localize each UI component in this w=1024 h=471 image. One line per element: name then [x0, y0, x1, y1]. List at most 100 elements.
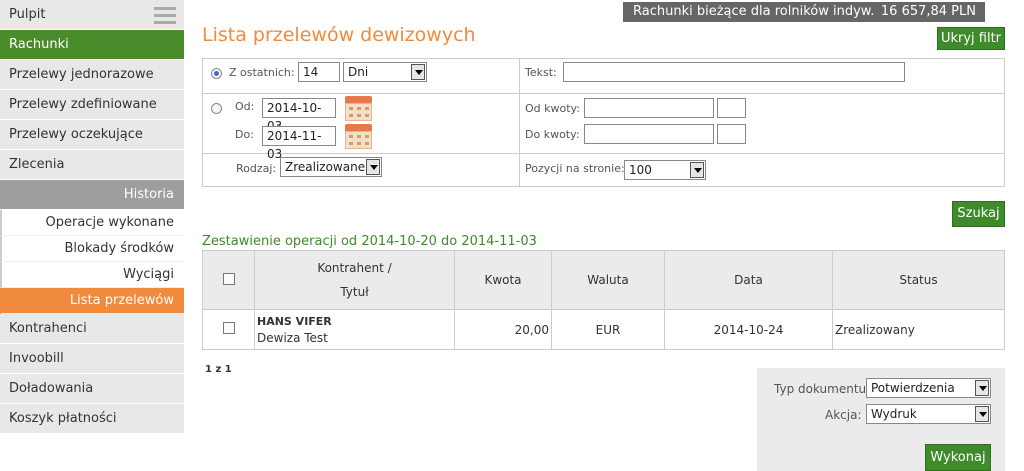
sidebar-item-rachunki[interactable]: Rachunki	[0, 30, 184, 60]
account-name: Rachunki bieżące dla rolników indyw.	[633, 4, 875, 19]
hide-filter-button[interactable]: Ukryj filtr	[937, 27, 1005, 50]
sidebar-item-label: Koszyk płatności	[9, 411, 117, 426]
sidebar-item-label: Doładowania	[9, 381, 94, 396]
sidebar-item-doladowania[interactable]: Doładowania	[0, 374, 184, 404]
date-from-label: Od:	[235, 100, 255, 113]
counterparty-header-line2: Tytuł	[340, 285, 369, 299]
sidebar-subitem-wyciagi[interactable]: Wyciągi	[0, 262, 184, 288]
filter-row-divider	[519, 153, 1005, 154]
account-selector[interactable]: Rachunki bieżące dla rolników indyw. 16 …	[623, 2, 985, 22]
sidebar-item-przelewy-jednorazowe[interactable]: Przelewy jednorazowe	[0, 60, 184, 90]
sidebar-item-invoobill[interactable]: Invoobill	[0, 344, 184, 374]
filter-divider	[519, 58, 520, 187]
sidebar-item-historia[interactable]: Historia	[0, 180, 184, 210]
chevron-down-icon	[411, 64, 425, 80]
amount-to-label: Do kwoty:	[525, 128, 580, 141]
sidebar-item-zlecenia[interactable]: Zlecenia	[0, 150, 184, 180]
last-days-unit-select[interactable]: Dni	[343, 62, 427, 82]
summary-heading: Zestawienie operacji od 2014-10-20 do 20…	[202, 234, 537, 249]
calendar-icon[interactable]	[345, 96, 372, 121]
date-from-input[interactable]: 2014-10-03	[262, 98, 336, 133]
table-header-row: Kontrahent / Tytuł Kwota Waluta Data Sta…	[202, 250, 1005, 310]
date-to-input[interactable]: 2014-11-03	[262, 126, 336, 161]
chevron-down-icon	[690, 162, 704, 178]
sidebar-item-label: Przelewy jednorazowe	[9, 67, 154, 82]
column-header-currency[interactable]: Waluta	[551, 250, 665, 310]
date-range-radio[interactable]	[211, 103, 222, 114]
last-days-unit-value: Dni	[348, 65, 369, 79]
amount-from-input[interactable]	[584, 98, 714, 118]
operations-table: Kontrahent / Tytuł Kwota Waluta Data Sta…	[202, 250, 1005, 350]
document-type-value: Potwierdzenia	[871, 381, 955, 395]
sidebar-item-label: Kontrahenci	[9, 321, 87, 336]
filter-row-divider	[202, 93, 1005, 94]
row-select-cell	[202, 309, 255, 350]
sidebar-subitem-operacje-wykonane[interactable]: Operacje wykonane	[0, 210, 184, 236]
text-input[interactable]	[563, 62, 905, 82]
date-to-label: Do:	[235, 128, 254, 141]
page-title: Lista przelewów dewizowych	[202, 24, 476, 46]
sidebar-item-label: Rachunki	[9, 37, 69, 52]
status-cell: Zrealizowany	[832, 309, 1005, 350]
per-page-value: 100	[629, 163, 652, 177]
column-header-date[interactable]: Data	[664, 250, 833, 310]
transfer-title: Dewiza Test	[257, 331, 328, 345]
sidebar-item-label: Invoobill	[9, 351, 64, 366]
sidebar-subitem-lista-przelewow-dewizowych[interactable]: Lista przelewów dewizowych	[0, 288, 184, 334]
sidebar-item-przelewy-oczekujace[interactable]: Przelewy oczekujące	[0, 120, 184, 150]
menu-icon[interactable]	[154, 7, 176, 25]
sidebar-item-przelewy-zdefiniowane[interactable]: Przelewy zdefiniowane	[0, 90, 184, 120]
sidebar-item-koszyk-platnosci[interactable]: Koszyk płatności	[0, 404, 184, 434]
chevron-down-icon	[366, 159, 380, 175]
sidebar-item-kontrahenci[interactable]: Kontrahenci	[0, 314, 184, 344]
last-days-radio[interactable]	[211, 68, 222, 79]
sidebar-subitem-label: Wyciągi	[123, 267, 174, 282]
chevron-down-icon	[975, 380, 989, 396]
amount-to-input[interactable]	[584, 124, 714, 144]
sidebar-item-label: Zlecenia	[9, 157, 65, 172]
sidebar-subitem-label: Blokady środków	[64, 241, 174, 256]
action-label: Akcja:	[825, 408, 862, 422]
amount-cell: 20,00	[454, 309, 552, 350]
counterparty-cell: HANS VIFER Dewiza Test	[254, 309, 455, 350]
currency-cell: EUR	[551, 309, 665, 350]
pagination-info: 1 z 1	[205, 364, 232, 375]
search-button[interactable]: Szukaj	[952, 201, 1005, 227]
action-select[interactable]: Wydruk	[866, 404, 991, 424]
select-all-checkbox[interactable]	[222, 272, 235, 285]
column-header-counterparty[interactable]: Kontrahent / Tytuł	[254, 250, 455, 310]
date-cell: 2014-10-24	[664, 309, 833, 350]
column-header-amount[interactable]: Kwota	[454, 250, 552, 310]
sidebar-item-label: Pulpit	[9, 7, 46, 22]
per-page-select[interactable]: 100	[624, 160, 706, 180]
per-page-label: Pozycji na stronie:	[525, 162, 625, 175]
sidebar-item-label: Historia	[123, 187, 174, 202]
column-header-status[interactable]: Status	[832, 250, 1005, 310]
sidebar-item-label: Przelewy zdefiniowane	[9, 97, 157, 112]
sidebar-item-pulpit[interactable]: Pulpit	[0, 0, 184, 30]
document-type-select[interactable]: Potwierdzenia	[866, 378, 991, 398]
sidebar-item-label: Przelewy oczekujące	[9, 127, 143, 142]
execute-button[interactable]: Wykonaj	[925, 444, 991, 471]
row-checkbox[interactable]	[222, 322, 235, 334]
amount-to-decimal-input[interactable]	[717, 124, 746, 144]
counterparty-header-line1: Kontrahent /	[317, 261, 392, 275]
type-select[interactable]: Zrealizowane	[280, 157, 382, 177]
document-type-label: Typ dokumentu:	[774, 382, 871, 396]
account-balance: 16 657,84 PLN	[880, 4, 976, 19]
action-value: Wydruk	[871, 407, 917, 421]
text-label: Tekst:	[525, 66, 557, 79]
amount-from-decimal-input[interactable]	[717, 98, 746, 118]
last-days-input[interactable]: 14	[298, 62, 340, 82]
type-label: Rodzaj:	[236, 162, 277, 175]
table-row[interactable]: HANS VIFER Dewiza Test 20,00 EUR 2014-10…	[202, 309, 1005, 350]
sidebar-subitem-blokady-srodkow[interactable]: Blokady środków	[0, 236, 184, 262]
filter-row-divider	[202, 153, 519, 154]
amount-from-label: Od kwoty:	[525, 102, 580, 115]
chevron-down-icon	[975, 406, 989, 422]
calendar-icon[interactable]	[345, 124, 372, 149]
type-select-value: Zrealizowane	[285, 160, 366, 174]
last-days-label: Z ostatnich:	[229, 66, 295, 79]
select-all-cell	[202, 250, 255, 310]
counterparty-name: HANS VIFER	[257, 315, 332, 328]
